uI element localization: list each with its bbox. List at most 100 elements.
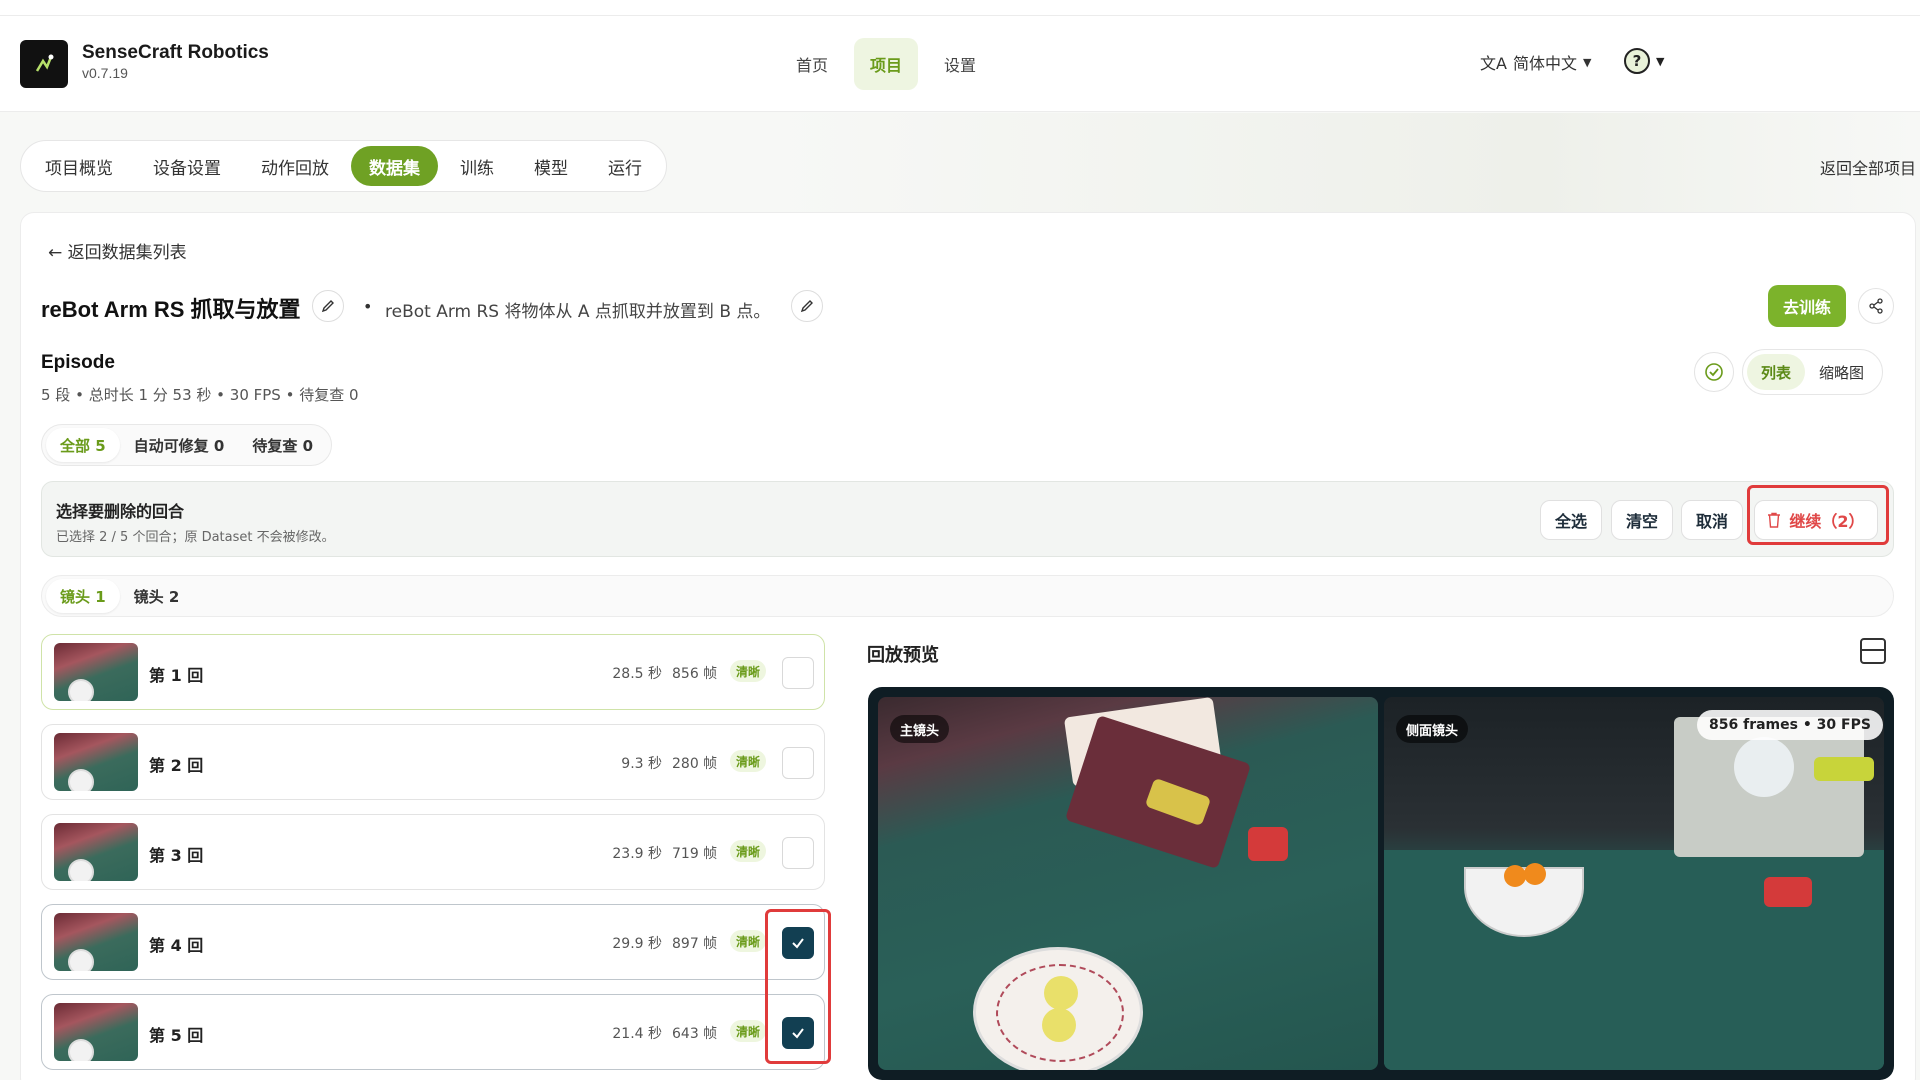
robot-sticker <box>1814 757 1874 781</box>
main-camera-view: 主镜头 <box>878 697 1378 1070</box>
episode-checkbox[interactable] <box>782 837 814 869</box>
camera-tab-1[interactable]: 镜头 1 <box>46 579 120 613</box>
filter-all[interactable]: 全部 5 <box>46 428 120 462</box>
tab-device-settings[interactable]: 设备设置 <box>135 146 239 186</box>
verify-button[interactable] <box>1694 352 1734 392</box>
topnav-home[interactable]: 首页 <box>780 38 844 90</box>
quality-badge: 清晰 <box>730 840 767 862</box>
chevron-down-icon: ▼ <box>1656 54 1665 68</box>
delete-bar-subtitle: 已选择 2 / 5 个回合；原 Dataset 不会被修改。 <box>56 530 335 545</box>
app-logo[interactable] <box>20 40 68 88</box>
episode-row[interactable]: 第 2 回 9.3 秒 280 帧清晰 <box>41 724 825 800</box>
episode-duration: 21.4 秒 <box>612 1026 662 1042</box>
episode-thumbnail <box>54 733 138 791</box>
top-strip <box>0 0 1920 16</box>
tab-overview[interactable]: 项目概览 <box>27 146 131 186</box>
check-circle-icon <box>1705 363 1723 381</box>
view-mode-toggle: 列表 缩略图 <box>1742 349 1884 395</box>
layout-toggle-icon[interactable] <box>1860 638 1886 664</box>
episode-frames: 897 帧 <box>672 936 718 952</box>
tab-dataset[interactable]: 数据集 <box>351 146 438 186</box>
title-separator: • <box>363 297 373 316</box>
quality-badge: 清晰 <box>730 930 767 952</box>
top-nav: 首页 项目 设置 <box>780 38 992 90</box>
episode-meta: 5 段 • 总时长 1 分 53 秒 • 30 FPS • 待复查 0 <box>41 386 359 404</box>
tab-run[interactable]: 运行 <box>590 146 660 186</box>
back-to-all-projects-link[interactable]: 返回全部项目 <box>1820 155 1916 179</box>
episode-row[interactable]: 第 4 回 29.9 秒 897 帧清晰 <box>41 904 825 980</box>
episode-duration: 9.3 秒 <box>621 756 662 772</box>
edit-description-button[interactable] <box>791 290 823 322</box>
clear-selection-button[interactable]: 清空 <box>1611 500 1673 540</box>
lemon <box>1044 976 1078 1010</box>
app-name: SenseCraft Robotics <box>82 42 269 63</box>
edit-title-button[interactable] <box>312 290 344 322</box>
translate-icon: 文A <box>1480 54 1507 73</box>
cancel-button[interactable]: 取消 <box>1681 500 1743 540</box>
highlight-checkboxes <box>765 909 831 1064</box>
episode-duration: 28.5 秒 <box>612 666 662 682</box>
episode-row[interactable]: 第 3 回 23.9 秒 719 帧清晰 <box>41 814 825 890</box>
tab-training[interactable]: 训练 <box>442 146 512 186</box>
topnav-projects[interactable]: 项目 <box>854 38 919 90</box>
orange <box>1524 863 1546 885</box>
replay-player[interactable]: 主镜头 侧面镜头 <box>868 687 1894 1080</box>
orange <box>1504 865 1526 887</box>
camera-tabs: 镜头 1 镜头 2 <box>41 575 1894 617</box>
back-to-dataset-list-link[interactable]: ← 返回数据集列表 <box>48 238 187 263</box>
filter-pending-review[interactable]: 待复查 0 <box>238 428 327 462</box>
pencil-icon <box>321 300 334 313</box>
quality-badge: 清晰 <box>730 750 767 772</box>
lemon <box>1042 1008 1076 1042</box>
episode-filters: 全部 5 自动可修复 0 待复查 0 <box>41 424 333 466</box>
brand: SenseCraft Robotics v0.7.19 <box>82 42 269 81</box>
dataset-title: reBot Arm RS 抓取与放置 <box>41 297 301 322</box>
preview-heading: 回放预览 <box>867 645 939 666</box>
quality-badge: 清晰 <box>730 1020 767 1042</box>
project-subnav: 项目概览 设备设置 动作回放 数据集 训练 模型 运行 <box>20 140 667 192</box>
dataset-description: reBot Arm RS 将物体从 A 点抓取并放置到 B 点。 <box>385 302 771 322</box>
episode-thumbnail <box>54 643 138 701</box>
help-menu[interactable]: ? ▼ <box>1624 48 1664 74</box>
main-camera-label: 主镜头 <box>890 715 950 743</box>
app-header: SenseCraft Robotics v0.7.19 首页 项目 设置 文A … <box>0 16 1920 112</box>
filter-auto-fixable[interactable]: 自动可修复 0 <box>120 428 239 462</box>
episode-frames: 719 帧 <box>672 846 718 862</box>
episode-frames: 643 帧 <box>672 1026 718 1042</box>
episode-name: 第 2 回 <box>149 756 204 775</box>
red-object-side <box>1764 877 1812 907</box>
episode-frames: 856 帧 <box>672 666 718 682</box>
robot-joint <box>1734 737 1794 797</box>
episode-row[interactable]: 第 1 回 28.5 秒 856 帧清晰 <box>41 634 825 710</box>
topnav-settings[interactable]: 设置 <box>928 38 992 90</box>
episode-thumbnail <box>54 823 138 881</box>
tab-model[interactable]: 模型 <box>516 146 586 186</box>
delete-selection-bar: 选择要删除的回合 已选择 2 / 5 个回合；原 Dataset 不会被修改。 … <box>41 481 1894 557</box>
language-label: 简体中文 <box>1512 54 1577 73</box>
select-all-button[interactable]: 全选 <box>1540 500 1602 540</box>
episode-frames: 280 帧 <box>672 756 718 772</box>
episode-checkbox[interactable] <box>782 657 814 689</box>
episode-row[interactable]: 第 5 回 21.4 秒 643 帧清晰 <box>41 994 825 1070</box>
highlight-continue <box>1747 485 1889 545</box>
view-thumbnail-button[interactable]: 缩略图 <box>1805 354 1878 390</box>
camera-tab-2[interactable]: 镜头 2 <box>120 579 194 613</box>
episode-checkbox[interactable] <box>782 747 814 779</box>
go-train-button[interactable]: 去训练 <box>1768 285 1846 327</box>
side-camera-label: 侧面镜头 <box>1396 715 1469 743</box>
view-list-button[interactable]: 列表 <box>1747 354 1806 390</box>
share-button[interactable] <box>1858 288 1894 324</box>
episode-name: 第 5 回 <box>149 1026 204 1045</box>
help-icon: ? <box>1624 48 1650 74</box>
chevron-down-icon: ▼ <box>1582 55 1592 69</box>
app-version: v0.7.19 <box>82 65 128 81</box>
episode-name: 第 3 回 <box>149 846 204 865</box>
episode-duration: 29.9 秒 <box>612 936 662 952</box>
tab-action-replay[interactable]: 动作回放 <box>243 146 347 186</box>
episode-thumbnail <box>54 1003 138 1061</box>
episode-thumbnail <box>54 913 138 971</box>
language-selector[interactable]: 文A 简体中文 ▼ <box>1480 50 1591 74</box>
quality-badge: 清晰 <box>730 660 767 682</box>
share-icon <box>1869 298 1883 314</box>
plate <box>973 947 1143 1070</box>
